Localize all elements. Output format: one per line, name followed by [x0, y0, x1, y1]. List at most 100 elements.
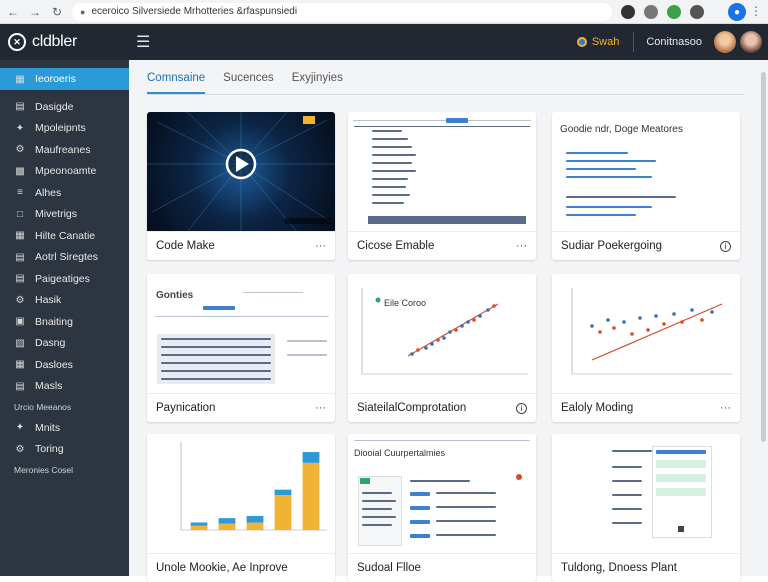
sidebar-item-9[interactable]: ▤ Paigeatiges [0, 268, 129, 290]
layers-icon: ▤ [15, 101, 25, 113]
tools-icon: ✦ [15, 122, 25, 134]
tab-bar: Comnsaine Sucences Exyjinyies [147, 72, 361, 94]
card[interactable]: Ealoly Moding ··· [552, 274, 740, 422]
kebab-menu-icon[interactable]: ⋮ [750, 4, 762, 18]
scatter-thumbnail[interactable]: Eile Coroo [348, 274, 536, 394]
more-options-icon[interactable]: ··· [315, 402, 326, 414]
card[interactable]: Eile Coroo SiateilalComprotation i [348, 274, 536, 422]
document-thumbnail[interactable] [348, 112, 536, 232]
more-options-icon[interactable]: ··· [720, 402, 731, 414]
bar-3-series-1 [246, 516, 264, 523]
sidebar-item-label: Dasigde [35, 100, 74, 113]
extension-icon[interactable] [621, 4, 635, 19]
tab-sucences[interactable]: Sucences [223, 72, 274, 94]
chart-icon: ▤ [15, 251, 25, 263]
card[interactable]: Gonties Paynication ··· [147, 274, 335, 422]
sidebar-item-3[interactable]: ⚙ Maufreanes [0, 139, 129, 161]
table-thumbnail[interactable]: Gonties [147, 274, 335, 394]
card-title[interactable]: Sudiar Poekergoing [561, 240, 662, 252]
sidebar-item-toring[interactable]: ⚙ Toring [0, 439, 129, 461]
layout-icon: ▩ [15, 165, 25, 177]
card[interactable]: Code Make ··· [147, 112, 335, 260]
video-thumbnail[interactable] [147, 112, 335, 232]
main-content: Comnsaine Sucences Exyjinyies Code Make … [129, 60, 768, 582]
list-thumbnail[interactable] [552, 434, 740, 554]
extension-icon[interactable] [644, 4, 658, 19]
sidebar-item-label: Dasng [35, 337, 66, 350]
profile-icon[interactable]: ● [728, 3, 746, 21]
address-bar[interactable]: ● eceroico Silversiede Mrhotteries &rfas… [72, 2, 612, 21]
filter-icon: ▦ [15, 230, 25, 242]
sidebar-item-2[interactable]: ✦ Mpoleipnts [0, 118, 129, 140]
sidebar-item-12[interactable]: ▧ Dasng [0, 333, 129, 355]
sidebar-item-7[interactable]: ▦ Hilte Canatie [0, 225, 129, 247]
sidebar-item-5[interactable]: ≡ Alhes [0, 182, 129, 204]
bar-2-series-0 [218, 523, 236, 530]
sidebar-item-mnits[interactable]: ✦ Mnits [0, 417, 129, 439]
info-icon[interactable]: i [720, 240, 731, 252]
status-label[interactable]: Swah [592, 36, 620, 48]
sidebar-item-label: Toring [35, 443, 64, 456]
avatar[interactable] [714, 31, 736, 53]
back-icon[interactable]: ← [4, 3, 22, 21]
sidebar-item-4[interactable]: ▩ Mpeonoamte [0, 161, 129, 183]
bars-icon: ▤ [15, 380, 25, 392]
tab-comnsaine[interactable]: Comnsaine [147, 72, 206, 94]
card[interactable]: Unole Mookie, Ae Inprove [147, 434, 335, 582]
wrench-icon: ✦ [15, 422, 25, 434]
sidebar-item-label: Hasik [35, 294, 62, 307]
avatar[interactable] [740, 31, 762, 53]
puzzle-icon[interactable] [690, 4, 704, 19]
card-title[interactable]: Cicose Emable [357, 240, 434, 252]
card-title[interactable]: Sudoal Flloe [357, 562, 421, 574]
sidebar-item-1[interactable]: ▤ Dasigde [0, 96, 129, 118]
folder-icon: ▣ [15, 316, 25, 328]
lock-icon: ● [80, 6, 86, 17]
card-title[interactable]: SiateilalComprotation [357, 402, 466, 414]
info-icon[interactable]: i [516, 402, 527, 414]
card-title[interactable]: Code Make [156, 240, 215, 252]
sidebar-item-8[interactable]: ▤ Aotrl Siregtes [0, 247, 129, 269]
hamburger-menu-icon[interactable]: ☰ [136, 32, 150, 52]
bar-chart-thumbnail[interactable] [147, 434, 335, 554]
username[interactable]: Conitnasoo [646, 36, 702, 48]
form-thumbnail[interactable]: Diooial Cuurpertalmies [348, 434, 536, 554]
sidebar-item-0[interactable]: ▦ Ieoroeris [0, 68, 135, 90]
forward-icon[interactable]: → [26, 3, 44, 21]
sidebar-item-6[interactable]: □ Mivetrigs [0, 204, 129, 226]
more-options-icon[interactable]: ··· [315, 240, 326, 252]
sidebar-item-14[interactable]: ▤ Masls [0, 376, 129, 398]
card[interactable]: Cicose Emable ··· [348, 112, 536, 260]
grid-icon: ▦ [15, 359, 25, 371]
card-title[interactable]: Paynication [156, 402, 215, 414]
sidebar-item-13[interactable]: ▦ Dasloes [0, 354, 129, 376]
card-title[interactable]: Tuldong, Dnoess Plant [561, 562, 677, 574]
card[interactable]: Goodie ndr, Doge Meatores Sudiar Poekerg… [552, 112, 740, 260]
grid-icon: ▦ [15, 73, 25, 85]
thumb-heading: Gonties [156, 290, 194, 301]
scatter-plot: Eile Coroo [361, 288, 528, 375]
card-title[interactable]: Ealoly Moding [561, 402, 633, 414]
scatter-thumbnail[interactable] [552, 274, 740, 394]
card-title[interactable]: Unole Mookie, Ae Inprove [156, 562, 288, 574]
more-options-icon[interactable]: ··· [516, 240, 527, 252]
sidebar-item-11[interactable]: ▣ Bnaiting [0, 311, 129, 333]
document-thumbnail[interactable]: Goodie ndr, Doge Meatores [552, 112, 740, 232]
card[interactable]: Diooial Cuurpertalmies Sudoal Flloe [348, 434, 536, 582]
thumb-heading: Diooial Cuurpertalmies [354, 448, 446, 458]
sidebar-footer-label[interactable]: Meronies Cosel [0, 460, 129, 480]
brand[interactable]: ✕ cldbler [8, 33, 130, 51]
sidebar-item-10[interactable]: ⚙ Hasik [0, 290, 129, 312]
sidebar-item-label: Paigeatiges [35, 272, 90, 285]
tab-exyjinyies[interactable]: Exyjinyies [292, 72, 343, 94]
reload-icon[interactable]: ↻ [48, 3, 66, 21]
bar-1-series-1 [190, 522, 208, 526]
sidebar-section-label: Urcio Meeanos [14, 402, 72, 412]
scrollbar[interactable] [761, 72, 766, 442]
extension-icon[interactable] [667, 4, 681, 19]
bar-5-series-0 [302, 462, 320, 530]
card[interactable]: Tuldong, Dnoess Plant [552, 434, 740, 582]
url-text: eceroico Silversiede Mrhotteries &rfaspu… [91, 6, 298, 17]
tab-underline [147, 94, 744, 95]
sidebar-item-label: Alhes [35, 186, 62, 199]
